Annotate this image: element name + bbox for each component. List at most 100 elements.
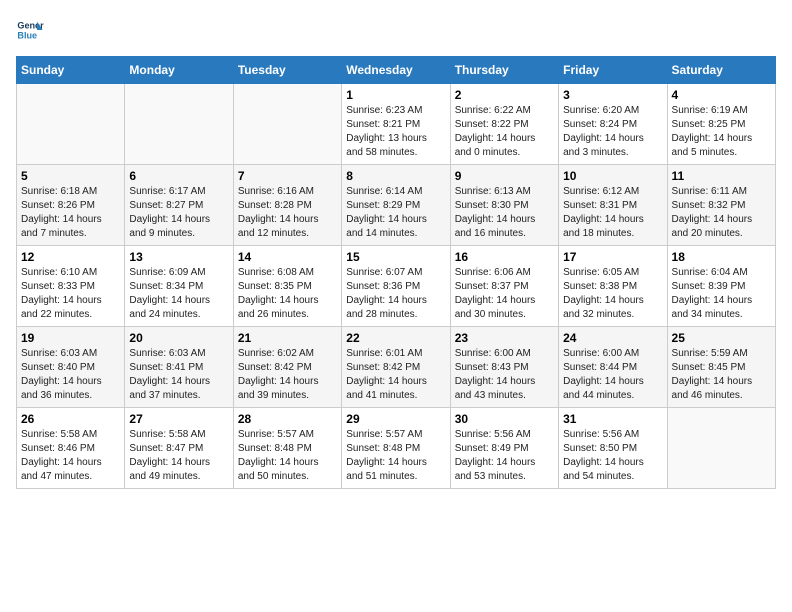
day-info: Sunrise: 6:00 AM Sunset: 8:43 PM Dayligh… (455, 347, 554, 403)
calendar-table: SundayMondayTuesdayWednesdayThursdayFrid… (16, 56, 776, 489)
day-info: Sunrise: 6:02 AM Sunset: 8:42 PM Dayligh… (238, 347, 337, 403)
day-number: 26 (21, 412, 120, 426)
day-info: Sunrise: 5:56 AM Sunset: 8:50 PM Dayligh… (563, 428, 662, 484)
calendar-week-row: 26 Sunrise: 5:58 AM Sunset: 8:46 PM Dayli… (17, 408, 776, 489)
calendar-cell: 24 Sunrise: 6:00 AM Sunset: 8:44 PM Dayli… (559, 327, 667, 408)
day-info: Sunrise: 6:07 AM Sunset: 8:36 PM Dayligh… (346, 266, 445, 322)
calendar-cell (667, 408, 775, 489)
day-number: 22 (346, 331, 445, 345)
calendar-cell: 25 Sunrise: 5:59 AM Sunset: 8:45 PM Dayli… (667, 327, 775, 408)
calendar-cell: 22 Sunrise: 6:01 AM Sunset: 8:42 PM Dayli… (342, 327, 450, 408)
day-info: Sunrise: 5:57 AM Sunset: 8:48 PM Dayligh… (238, 428, 337, 484)
day-info: Sunrise: 6:10 AM Sunset: 8:33 PM Dayligh… (21, 266, 120, 322)
weekday-header-sunday: Sunday (17, 57, 125, 84)
calendar-cell: 6 Sunrise: 6:17 AM Sunset: 8:27 PM Daylig… (125, 165, 233, 246)
calendar-cell: 16 Sunrise: 6:06 AM Sunset: 8:37 PM Dayli… (450, 246, 558, 327)
day-number: 6 (129, 169, 228, 183)
day-number: 13 (129, 250, 228, 264)
calendar-cell: 5 Sunrise: 6:18 AM Sunset: 8:26 PM Daylig… (17, 165, 125, 246)
day-info: Sunrise: 6:12 AM Sunset: 8:31 PM Dayligh… (563, 185, 662, 241)
day-info: Sunrise: 6:20 AM Sunset: 8:24 PM Dayligh… (563, 104, 662, 160)
day-number: 20 (129, 331, 228, 345)
weekday-header-row: SundayMondayTuesdayWednesdayThursdayFrid… (17, 57, 776, 84)
calendar-cell: 10 Sunrise: 6:12 AM Sunset: 8:31 PM Dayli… (559, 165, 667, 246)
weekday-header-tuesday: Tuesday (233, 57, 341, 84)
day-info: Sunrise: 5:58 AM Sunset: 8:46 PM Dayligh… (21, 428, 120, 484)
calendar-cell: 17 Sunrise: 6:05 AM Sunset: 8:38 PM Dayli… (559, 246, 667, 327)
day-info: Sunrise: 6:18 AM Sunset: 8:26 PM Dayligh… (21, 185, 120, 241)
day-info: Sunrise: 6:03 AM Sunset: 8:40 PM Dayligh… (21, 347, 120, 403)
day-number: 17 (563, 250, 662, 264)
calendar-cell: 21 Sunrise: 6:02 AM Sunset: 8:42 PM Dayli… (233, 327, 341, 408)
day-info: Sunrise: 6:01 AM Sunset: 8:42 PM Dayligh… (346, 347, 445, 403)
day-number: 11 (672, 169, 771, 183)
calendar-cell: 30 Sunrise: 5:56 AM Sunset: 8:49 PM Dayli… (450, 408, 558, 489)
day-info: Sunrise: 6:22 AM Sunset: 8:22 PM Dayligh… (455, 104, 554, 160)
calendar-cell: 1Sunrise: 6:23 AM Sunset: 8:21 PM Daylig… (342, 84, 450, 165)
day-number: 19 (21, 331, 120, 345)
day-number: 10 (563, 169, 662, 183)
day-number: 29 (346, 412, 445, 426)
weekday-header-thursday: Thursday (450, 57, 558, 84)
day-number: 21 (238, 331, 337, 345)
calendar-cell: 9 Sunrise: 6:13 AM Sunset: 8:30 PM Daylig… (450, 165, 558, 246)
day-number: 12 (21, 250, 120, 264)
day-number: 31 (563, 412, 662, 426)
day-info: Sunrise: 6:17 AM Sunset: 8:27 PM Dayligh… (129, 185, 228, 241)
calendar-week-row: 12 Sunrise: 6:10 AM Sunset: 8:33 PM Dayli… (17, 246, 776, 327)
calendar-cell: 3 Sunrise: 6:20 AM Sunset: 8:24 PM Daylig… (559, 84, 667, 165)
day-info: Sunrise: 6:08 AM Sunset: 8:35 PM Dayligh… (238, 266, 337, 322)
calendar-cell: 29 Sunrise: 5:57 AM Sunset: 8:48 PM Dayli… (342, 408, 450, 489)
day-number: 5 (21, 169, 120, 183)
day-number: 7 (238, 169, 337, 183)
day-number: 23 (455, 331, 554, 345)
calendar-cell: 15 Sunrise: 6:07 AM Sunset: 8:36 PM Dayli… (342, 246, 450, 327)
page-header: General Blue (16, 16, 776, 44)
calendar-cell: 2Sunrise: 6:22 AM Sunset: 8:22 PM Daylig… (450, 84, 558, 165)
day-number: 1 (346, 88, 445, 102)
calendar-cell (125, 84, 233, 165)
day-number: 3 (563, 88, 662, 102)
calendar-week-row: 5 Sunrise: 6:18 AM Sunset: 8:26 PM Daylig… (17, 165, 776, 246)
calendar-cell: 20 Sunrise: 6:03 AM Sunset: 8:41 PM Dayli… (125, 327, 233, 408)
weekday-header-wednesday: Wednesday (342, 57, 450, 84)
weekday-header-monday: Monday (125, 57, 233, 84)
day-number: 25 (672, 331, 771, 345)
day-number: 14 (238, 250, 337, 264)
day-info: Sunrise: 5:56 AM Sunset: 8:49 PM Dayligh… (455, 428, 554, 484)
weekday-header-friday: Friday (559, 57, 667, 84)
calendar-cell: 4Sunrise: 6:19 AM Sunset: 8:25 PM Daylig… (667, 84, 775, 165)
day-info: Sunrise: 6:04 AM Sunset: 8:39 PM Dayligh… (672, 266, 771, 322)
day-info: Sunrise: 6:00 AM Sunset: 8:44 PM Dayligh… (563, 347, 662, 403)
day-info: Sunrise: 6:13 AM Sunset: 8:30 PM Dayligh… (455, 185, 554, 241)
day-info: Sunrise: 6:03 AM Sunset: 8:41 PM Dayligh… (129, 347, 228, 403)
day-info: Sunrise: 6:06 AM Sunset: 8:37 PM Dayligh… (455, 266, 554, 322)
day-number: 24 (563, 331, 662, 345)
calendar-cell: 13Sunrise: 6:09 AM Sunset: 8:34 PM Dayli… (125, 246, 233, 327)
day-info: Sunrise: 5:57 AM Sunset: 8:48 PM Dayligh… (346, 428, 445, 484)
day-number: 15 (346, 250, 445, 264)
day-number: 28 (238, 412, 337, 426)
day-number: 18 (672, 250, 771, 264)
day-info: Sunrise: 5:59 AM Sunset: 8:45 PM Dayligh… (672, 347, 771, 403)
logo: General Blue (16, 16, 44, 44)
calendar-cell: 14 Sunrise: 6:08 AM Sunset: 8:35 PM Dayli… (233, 246, 341, 327)
calendar-week-row: 19 Sunrise: 6:03 AM Sunset: 8:40 PM Dayli… (17, 327, 776, 408)
day-info: Sunrise: 5:58 AM Sunset: 8:47 PM Dayligh… (129, 428, 228, 484)
day-info: Sunrise: 6:05 AM Sunset: 8:38 PM Dayligh… (563, 266, 662, 322)
calendar-cell: 8Sunrise: 6:14 AM Sunset: 8:29 PM Daylig… (342, 165, 450, 246)
weekday-header-saturday: Saturday (667, 57, 775, 84)
calendar-cell: 28 Sunrise: 5:57 AM Sunset: 8:48 PM Dayli… (233, 408, 341, 489)
day-number: 9 (455, 169, 554, 183)
day-info: Sunrise: 6:16 AM Sunset: 8:28 PM Dayligh… (238, 185, 337, 241)
calendar-cell (233, 84, 341, 165)
day-number: 4 (672, 88, 771, 102)
day-number: 30 (455, 412, 554, 426)
calendar-week-row: 1Sunrise: 6:23 AM Sunset: 8:21 PM Daylig… (17, 84, 776, 165)
day-number: 16 (455, 250, 554, 264)
calendar-cell: 19 Sunrise: 6:03 AM Sunset: 8:40 PM Dayli… (17, 327, 125, 408)
calendar-cell: 12 Sunrise: 6:10 AM Sunset: 8:33 PM Dayli… (17, 246, 125, 327)
day-number: 8 (346, 169, 445, 183)
logo-icon: General Blue (16, 16, 44, 44)
calendar-cell: 31 Sunrise: 5:56 AM Sunset: 8:50 PM Dayli… (559, 408, 667, 489)
